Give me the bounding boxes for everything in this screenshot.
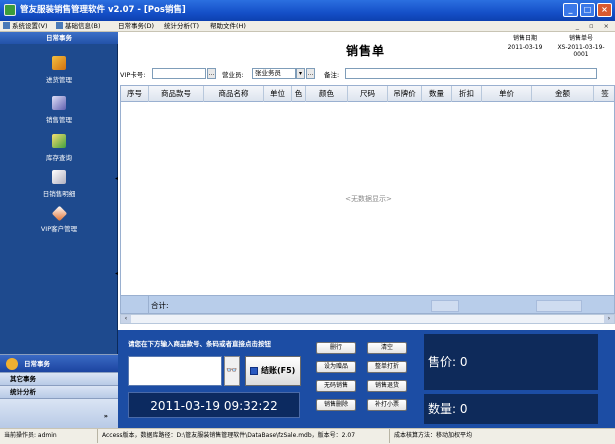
sales-date-label: 销售日期 (512, 35, 537, 42)
vip-card-input[interactable] (152, 68, 206, 79)
empty-message: <无数据显示> (345, 195, 392, 203)
col-header[interactable]: 吊牌价 (388, 86, 422, 102)
sales-return-button[interactable]: 销售退货 (367, 380, 407, 392)
save-icon (250, 367, 258, 375)
horizontal-scrollbar[interactable]: ‹ › (120, 314, 615, 324)
col-header[interactable]: 商品款号 (149, 86, 204, 102)
inventory-icon (52, 134, 66, 148)
scroll-left-icon[interactable]: ‹ (121, 315, 131, 323)
status-db-path: Access版本，数据库路径：D:\管友服装销售管理软件\DataBase\fz… (100, 429, 390, 443)
whole-discount-button[interactable]: 整单打折 (367, 361, 407, 373)
minimize-icon[interactable]: _ (563, 3, 578, 17)
col-header[interactable]: 金额 (532, 86, 594, 102)
col-header[interactable]: 商品名称 (204, 86, 264, 102)
col-header[interactable]: 单位 (264, 86, 292, 102)
total-label: 合计: (151, 301, 169, 310)
total-qty-cell (431, 300, 459, 312)
grid-total-row: 合计: (121, 295, 614, 313)
price-display: 售价: 0 (424, 334, 598, 390)
binoculars-icon[interactable]: 👓 (224, 356, 240, 386)
page-title: 销售单 (346, 44, 386, 58)
sidebar-item-sales[interactable]: 销售管理 (0, 96, 118, 124)
sidebar-item-inventory[interactable]: 库存查询 (0, 134, 118, 162)
window-title: 管友服装销售管理软件 v2.07 - [Pos销售] (20, 5, 186, 15)
col-header[interactable]: 数量 (422, 86, 452, 102)
no-code-sale-button[interactable]: 无码销售 (316, 380, 356, 392)
clerk-label: 营业员: (222, 71, 244, 79)
menu-bar: 系统设置(V) 基础信息(B) 日常事务(D) 统计分析(T) 帮助文件(H) … (0, 21, 615, 32)
datetime-display: 2011-03-19 09:32:22 (128, 392, 300, 418)
col-header[interactable]: 颜色 (306, 86, 348, 102)
daily-affairs-icon (6, 358, 18, 370)
menu-basic-info[interactable]: 基础信息(B) (56, 21, 101, 32)
total-amount-cell (536, 300, 582, 312)
section-other-affairs[interactable]: 其它事务 (0, 372, 118, 385)
sales-grid: 序号 商品款号 商品名称 单位 色 颜色 尺码 吊牌价 数量 折扣 单价 金额 … (120, 85, 615, 314)
chevron-down-icon[interactable]: ▾ (296, 68, 305, 79)
title-bar: 管友服装销售管理软件 v2.07 - [Pos销售] _ □ × (0, 0, 615, 21)
sidebar-item-daily-sales[interactable]: 日销售明细 (0, 170, 118, 198)
clerk-lookup-button[interactable]: … (306, 68, 315, 79)
clear-button[interactable]: 清空 (367, 342, 407, 354)
pos-panel: 请您在下方输入商品款号、条码或者直接点击按钮 👓 结账(F5) 2011-03-… (118, 330, 615, 428)
form-row: VIP卡号: … 营业员: 张业务员 ▾ … 备注: (118, 68, 615, 80)
col-header[interactable]: 尺码 (348, 86, 388, 102)
scroll-right-icon[interactable]: › (604, 315, 614, 323)
vip-icon (51, 205, 67, 222)
section-statistics[interactable]: 统计分析 (0, 385, 118, 398)
sales-no-label: 销售单号 (568, 35, 593, 42)
window-controls: _ □ × (563, 3, 612, 17)
sales-delete-button[interactable]: 销售删除 (316, 399, 356, 411)
vip-label: VIP卡号: (120, 71, 146, 79)
sales-no-value: XS-2011-03-19-0001 (557, 44, 605, 58)
set-gift-button[interactable]: 设为赠品 (316, 361, 356, 373)
reprint-receipt-button[interactable]: 补打小票 (367, 399, 407, 411)
sidebar-item-vip[interactable]: VIP客户管理 (0, 205, 118, 233)
status-cost-method: 成本核算方法：移动加权平均 (394, 432, 473, 439)
app-icon (4, 4, 16, 16)
grid-body: <无数据显示> (121, 102, 614, 295)
sidebar: 日常事务 进货管理 销售管理 库存查询 日销售明细 VIP客户管理 ◂ ◂ 日常… (0, 32, 118, 428)
section-daily-affairs[interactable]: 日常事务 (0, 354, 118, 372)
close-icon[interactable]: × (597, 3, 612, 17)
col-header[interactable]: 序号 (121, 86, 149, 102)
quantity-display: 数量: 0 (424, 394, 598, 424)
status-operator: 当前操作员: admin (2, 429, 98, 443)
col-header[interactable]: 色 (292, 86, 306, 102)
settings-icon (3, 22, 10, 29)
clerk-select[interactable]: 张业务员 (252, 68, 296, 79)
sidebar-item-purchase[interactable]: 进货管理 (0, 56, 118, 84)
sales-icon (52, 96, 66, 110)
note-label: 备注: (324, 71, 340, 79)
mdi-controls[interactable]: _ ▫ × (576, 21, 613, 32)
grid-header: 序号 商品款号 商品名称 单位 色 颜色 尺码 吊牌价 数量 折扣 单价 金额 … (121, 86, 614, 102)
settle-button[interactable]: 结账(F5) (245, 356, 301, 386)
sidebar-sections: 日常事务 其它事务 统计分析 » (0, 354, 118, 428)
maximize-icon[interactable]: □ (580, 3, 595, 17)
col-header[interactable]: 签 (594, 86, 614, 102)
sales-form: 销售单 销售日期 销售单号 2011-03-19 XS-2011-03-19-0… (118, 32, 615, 330)
input-prompt: 请您在下方输入商品款号、条码或者直接点击按钮 (128, 340, 271, 348)
more-sections-button[interactable]: » (0, 398, 118, 428)
col-header[interactable]: 折扣 (452, 86, 482, 102)
menu-daily-affairs[interactable]: 日常事务(D) (118, 21, 154, 32)
col-header[interactable]: 单价 (482, 86, 532, 102)
delete-row-button[interactable]: 删行 (316, 342, 356, 354)
purchase-icon (52, 56, 66, 70)
info-icon (56, 22, 63, 29)
sales-date-value: 2011-03-19 (507, 44, 543, 51)
sidebar-header: 日常事务 (0, 32, 118, 44)
status-bar: 当前操作员: admin Access版本，数据库路径：D:\管友服装销售管理软… (0, 428, 615, 444)
daily-sales-icon (52, 170, 66, 184)
vip-lookup-button[interactable]: … (207, 68, 216, 79)
doc-info: 销售日期 销售单号 2011-03-19 XS-2011-03-19-0001 (497, 32, 609, 58)
menu-system-settings[interactable]: 系统设置(V) (3, 21, 48, 32)
note-input[interactable] (345, 68, 597, 79)
product-code-input[interactable] (128, 356, 222, 386)
menu-help[interactable]: 帮助文件(H) (210, 21, 246, 32)
menu-statistics[interactable]: 统计分析(T) (164, 21, 199, 32)
